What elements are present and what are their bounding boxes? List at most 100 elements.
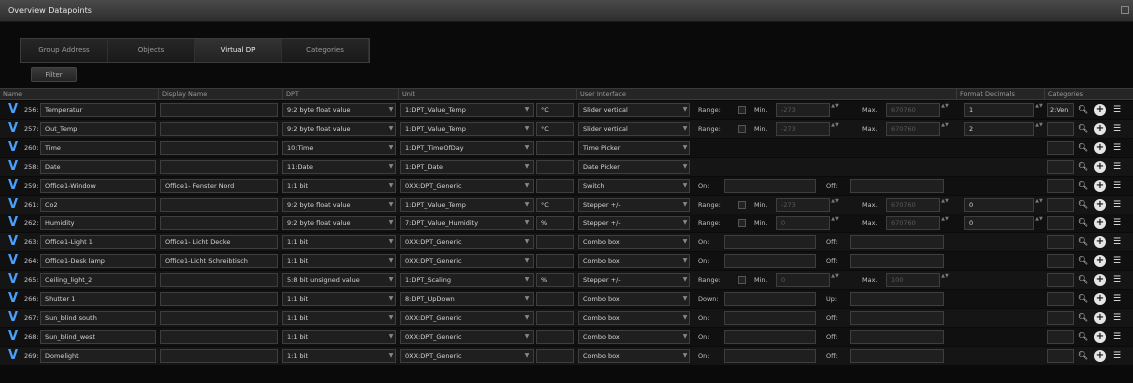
list-icon[interactable]: ☰: [1111, 312, 1123, 324]
search-icon[interactable]: 🔍︎: [1077, 312, 1089, 324]
user-interface-select[interactable]: Slider vertical: [578, 121, 690, 136]
restore-icon[interactable]: [1121, 6, 1129, 14]
category-field[interactable]: [1047, 329, 1074, 344]
unit-select[interactable]: 0XX:DPT_Generic: [400, 310, 534, 325]
list-icon[interactable]: ☰: [1111, 217, 1123, 229]
name-field[interactable]: Out_Temp: [40, 121, 156, 136]
range-checkbox[interactable]: [738, 124, 746, 133]
column-header-dpt[interactable]: DPT: [282, 89, 398, 100]
search-icon[interactable]: 🔍︎: [1077, 255, 1089, 267]
user-interface-select[interactable]: Combo box: [578, 254, 690, 269]
search-icon[interactable]: 🔍︎: [1077, 236, 1089, 248]
dpt-select[interactable]: 1:1 bit: [282, 329, 396, 344]
category-field[interactable]: [1047, 197, 1074, 212]
list-icon[interactable]: ☰: [1111, 199, 1123, 211]
name-field[interactable]: Shutter 1: [40, 292, 156, 306]
unit-select[interactable]: 1:DPT_Value_Temp: [400, 197, 534, 212]
on-value-input[interactable]: [724, 254, 816, 269]
min-spinner[interactable]: ▲▼: [831, 103, 839, 117]
user-interface-select[interactable]: Combo box: [578, 310, 690, 325]
unit-symbol-field[interactable]: °C: [536, 121, 574, 136]
list-icon[interactable]: ☰: [1111, 274, 1123, 286]
max-spinner[interactable]: ▲▼: [941, 103, 949, 117]
chevron-down-icon[interactable]: ▼: [522, 122, 532, 136]
list-icon[interactable]: ☰: [1111, 350, 1123, 362]
search-icon[interactable]: 🔍︎: [1077, 142, 1089, 154]
dpt-select[interactable]: 1:1 bit: [282, 292, 396, 306]
category-field[interactable]: [1047, 254, 1074, 269]
dpt-select[interactable]: 1:1 bit: [282, 348, 396, 363]
display-name-field[interactable]: [160, 159, 278, 174]
chevron-down-icon[interactable]: ▼: [522, 216, 532, 230]
unit-select[interactable]: 1:DPT_Date: [400, 159, 534, 174]
user-interface-select[interactable]: Combo box: [578, 235, 690, 250]
column-header-user-interface[interactable]: User Interface: [576, 89, 956, 100]
list-icon[interactable]: ☰: [1111, 180, 1123, 192]
unit-select[interactable]: 0XX:DPT_Generic: [400, 178, 534, 193]
on-value-input[interactable]: [724, 310, 816, 325]
dpt-select[interactable]: 1:1 bit: [282, 235, 396, 250]
chevron-down-icon[interactable]: ▼: [680, 103, 690, 117]
min-spinner[interactable]: ▲▼: [831, 198, 839, 212]
chevron-down-icon[interactable]: ▼: [522, 179, 532, 193]
range-checkbox[interactable]: [738, 219, 746, 228]
display-name-field[interactable]: [160, 348, 278, 363]
category-field[interactable]: [1047, 216, 1074, 231]
chevron-down-icon[interactable]: ▼: [386, 160, 396, 174]
max-input[interactable]: 670760: [886, 197, 940, 212]
decimals-spinner[interactable]: ▲▼: [1035, 103, 1043, 117]
user-interface-select[interactable]: Combo box: [578, 292, 690, 306]
chevron-down-icon[interactable]: ▼: [386, 311, 396, 325]
chevron-down-icon[interactable]: ▼: [386, 122, 396, 136]
max-spinner[interactable]: ▲▼: [941, 216, 949, 230]
name-field[interactable]: Sun_blind_west: [40, 329, 156, 344]
category-field[interactable]: [1047, 159, 1074, 174]
filter-button[interactable]: Filter: [31, 67, 77, 82]
add-icon[interactable]: +: [1094, 349, 1106, 362]
unit-select[interactable]: 0XX:DPT_Generic: [400, 254, 534, 269]
chevron-down-icon[interactable]: ▼: [386, 235, 396, 249]
display-name-field[interactable]: [160, 197, 278, 212]
search-icon[interactable]: 🔍︎: [1077, 199, 1089, 211]
chevron-down-icon[interactable]: ▼: [680, 235, 690, 249]
unit-symbol-field[interactable]: [536, 235, 574, 250]
max-input[interactable]: 670760: [886, 103, 940, 117]
category-field[interactable]: [1047, 273, 1074, 288]
name-field[interactable]: Date: [40, 159, 156, 174]
format-decimals-input[interactable]: 0: [964, 197, 1034, 212]
category-field[interactable]: [1047, 140, 1074, 155]
user-interface-select[interactable]: Switch: [578, 178, 690, 193]
chevron-down-icon[interactable]: ▼: [522, 273, 532, 287]
decimals-spinner[interactable]: ▲▼: [1035, 122, 1043, 136]
chevron-down-icon[interactable]: ▼: [386, 103, 396, 117]
chevron-down-icon[interactable]: ▼: [680, 311, 690, 325]
category-field[interactable]: [1047, 121, 1074, 136]
name-field[interactable]: Ceiling_light_2: [40, 273, 156, 288]
unit-symbol-field[interactable]: [536, 254, 574, 269]
chevron-down-icon[interactable]: ▼: [680, 273, 690, 287]
chevron-down-icon[interactable]: ▼: [386, 254, 396, 268]
name-field[interactable]: Co2: [40, 197, 156, 212]
display-name-field[interactable]: [160, 329, 278, 344]
column-header-name[interactable]: Name: [0, 89, 158, 100]
category-field[interactable]: [1047, 310, 1074, 325]
search-icon[interactable]: 🔍︎: [1077, 331, 1089, 343]
unit-select[interactable]: 1:DPT_Value_Temp: [400, 121, 534, 136]
format-decimals-input[interactable]: 1: [964, 103, 1034, 117]
name-field[interactable]: Humidity: [40, 216, 156, 231]
chevron-down-icon[interactable]: ▼: [522, 311, 532, 325]
on-value-input[interactable]: [724, 329, 816, 344]
unit-symbol-field[interactable]: °C: [536, 197, 574, 212]
min-input[interactable]: -273: [776, 103, 830, 117]
chevron-down-icon[interactable]: ▼: [680, 349, 690, 363]
format-decimals-input[interactable]: 2: [964, 121, 1034, 136]
on-value-input[interactable]: [724, 235, 816, 250]
tab-objects[interactable]: Objects: [108, 39, 195, 62]
range-checkbox[interactable]: [738, 200, 746, 209]
dpt-select[interactable]: 9:2 byte float value: [282, 121, 396, 136]
tab-virtual-dp[interactable]: Virtual DP: [195, 39, 282, 62]
range-checkbox[interactable]: [738, 276, 746, 285]
off-value-input[interactable]: [850, 348, 944, 363]
category-field[interactable]: [1047, 235, 1074, 250]
down-value-input[interactable]: [724, 292, 816, 306]
